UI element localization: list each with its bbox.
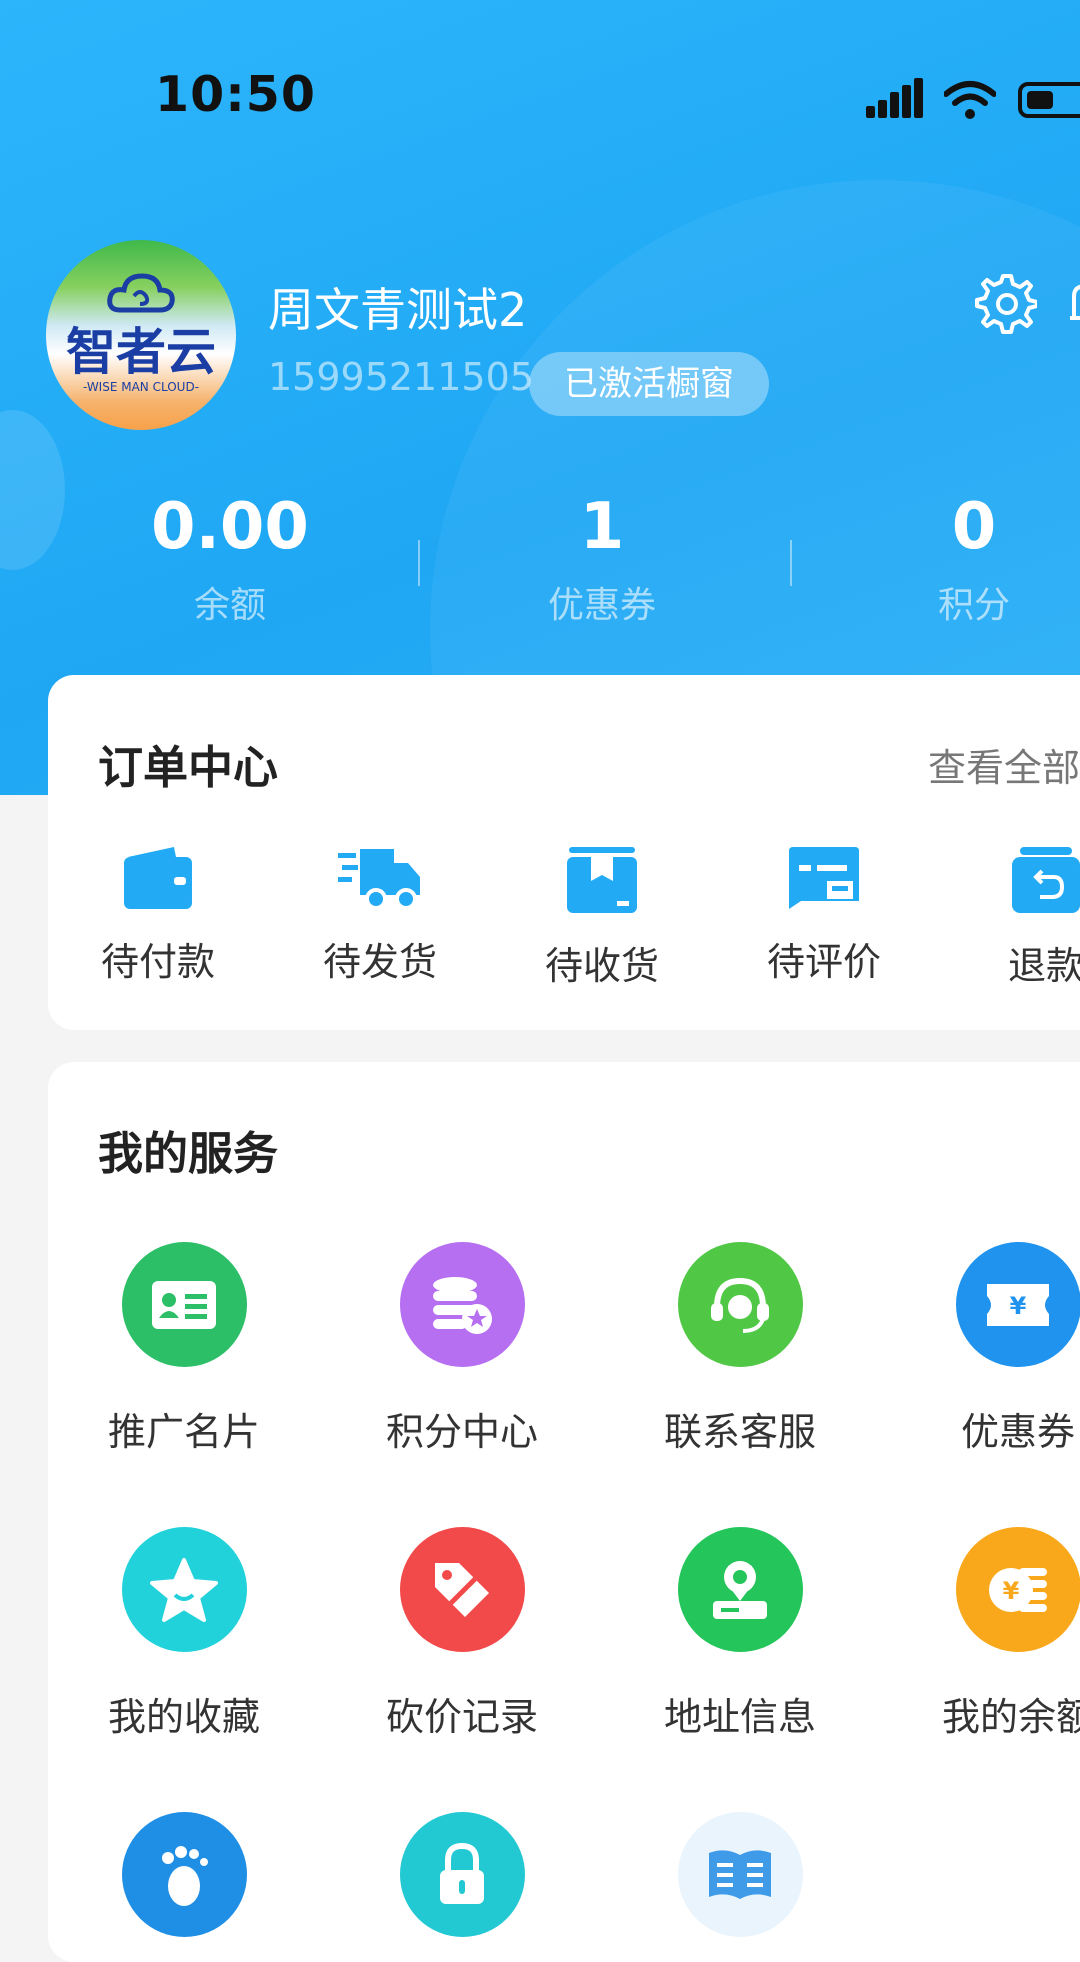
stat-value: 0 xyxy=(824,490,1080,564)
stat-coupons[interactable]: 1 优惠券 xyxy=(452,490,752,628)
showcase-activated-badge[interactable]: 已激活橱窗 xyxy=(529,352,769,416)
refund-icon xyxy=(1010,845,1080,915)
order-pending-receipt[interactable]: 待收货 xyxy=(502,845,702,990)
wallet-icon xyxy=(122,845,194,911)
avatar-logo-text: 智者云 xyxy=(46,312,236,384)
my-services-title: 我的服务 xyxy=(98,1117,278,1182)
order-center-card: 订单中心 查看全部 待付款 待发货 待收货 xyxy=(48,675,1080,1030)
order-item-label: 待付款 xyxy=(58,931,258,986)
box-icon xyxy=(565,845,639,915)
svg-text:¥: ¥ xyxy=(1010,1292,1027,1320)
cloud-logo-icon xyxy=(106,270,176,315)
bell-icon[interactable] xyxy=(1068,282,1080,322)
review-icon xyxy=(787,845,861,911)
avatar[interactable]: 智者云 -WISE MAN CLOUD- xyxy=(46,240,236,430)
user-phone: 15995211505 xyxy=(268,355,534,399)
service-label: 联系客服 xyxy=(610,1401,870,1456)
service-label: 我的余额 xyxy=(888,1686,1080,1741)
service-footprints[interactable] xyxy=(54,1812,314,1937)
book-icon xyxy=(678,1812,803,1937)
order-item-label: 待收货 xyxy=(502,935,702,990)
avatar-logo-subtext: -WISE MAN CLOUD- xyxy=(46,380,236,394)
truck-icon xyxy=(338,845,422,911)
view-all-orders-link[interactable]: 查看全部 xyxy=(928,737,1080,792)
stat-label: 积分 xyxy=(824,576,1080,628)
points-coins-icon xyxy=(400,1242,525,1367)
divider xyxy=(418,540,420,586)
order-pending-review[interactable]: 待评价 xyxy=(724,845,924,986)
order-item-label: 退款 xyxy=(946,935,1080,990)
status-time: 10:50 xyxy=(155,66,316,123)
service-points-center[interactable]: 积分中心 xyxy=(332,1242,592,1456)
footprint-icon xyxy=(122,1812,247,1937)
gear-icon[interactable] xyxy=(975,272,1037,334)
star-icon xyxy=(122,1527,247,1652)
user-name: 周文青测试2 xyxy=(268,274,527,340)
order-item-label: 待发货 xyxy=(280,931,480,986)
service-address-info[interactable]: 地址信息 xyxy=(610,1527,870,1741)
stat-label: 余额 xyxy=(80,576,380,628)
business-card-icon xyxy=(122,1242,247,1367)
service-label: 砍价记录 xyxy=(332,1686,592,1741)
stat-balance[interactable]: 0.00 余额 xyxy=(80,490,380,628)
order-pending-shipment[interactable]: 待发货 xyxy=(280,845,480,986)
service-coupons[interactable]: ¥ 优惠券 xyxy=(888,1242,1080,1456)
coupon-ticket-icon: ¥ xyxy=(956,1242,1080,1367)
service-business-card[interactable]: 推广名片 xyxy=(54,1242,314,1456)
headset-icon xyxy=(678,1242,803,1367)
order-center-title: 订单中心 xyxy=(98,731,278,796)
location-icon xyxy=(678,1527,803,1652)
service-contact-support[interactable]: 联系客服 xyxy=(610,1242,870,1456)
service-label: 我的收藏 xyxy=(54,1686,314,1741)
service-label: 积分中心 xyxy=(332,1401,592,1456)
decorative-bubble xyxy=(0,410,65,570)
service-bargain-records[interactable]: 砍价记录 xyxy=(332,1527,592,1741)
service-my-balance[interactable]: ¥ 我的余额 xyxy=(888,1527,1080,1741)
service-security[interactable] xyxy=(332,1812,592,1937)
lock-icon xyxy=(400,1812,525,1937)
order-pending-payment[interactable]: 待付款 xyxy=(58,845,258,986)
service-label: 地址信息 xyxy=(610,1686,870,1741)
divider xyxy=(790,540,792,586)
cellular-signal-icon xyxy=(866,78,924,118)
price-tag-icon xyxy=(400,1527,525,1652)
order-item-label: 待评价 xyxy=(724,931,924,986)
order-refund[interactable]: 退款 xyxy=(946,845,1080,990)
service-label: 优惠券 xyxy=(888,1401,1080,1456)
my-services-card: 我的服务 推广名片 积分中心 联系客服 ¥ 优惠券 我的收藏 砍价记 xyxy=(48,1062,1080,1962)
coin-icon: ¥ xyxy=(956,1527,1080,1652)
service-label: 推广名片 xyxy=(54,1401,314,1456)
stat-value: 1 xyxy=(452,490,752,564)
stat-value: 0.00 xyxy=(80,490,380,564)
wifi-icon xyxy=(944,80,996,120)
stat-points[interactable]: 0 积分 xyxy=(824,490,1080,628)
service-favorites[interactable]: 我的收藏 xyxy=(54,1527,314,1741)
service-guide[interactable] xyxy=(610,1812,870,1937)
svg-text:¥: ¥ xyxy=(1003,1577,1020,1605)
stat-label: 优惠券 xyxy=(452,576,752,628)
battery-icon xyxy=(1018,82,1080,118)
